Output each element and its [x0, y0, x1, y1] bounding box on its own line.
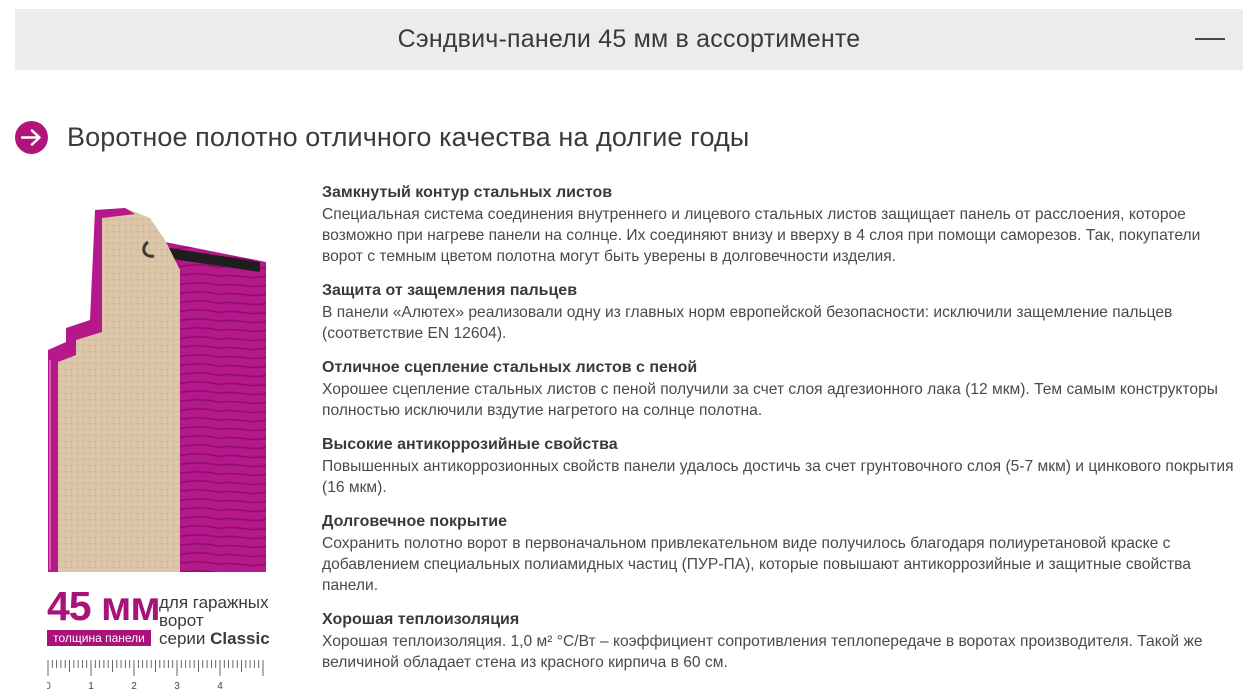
feature-text: Хорошее сцепление стальных листов с пено… — [322, 381, 1218, 419]
caption-series-prefix: серии — [159, 629, 211, 648]
feature-title: Долговечное покрытие — [322, 513, 508, 530]
collapse-icon[interactable] — [1195, 38, 1225, 40]
caption-series-name: Classic — [210, 629, 270, 648]
arrow-right-icon — [15, 120, 48, 154]
sandwich-panel-image — [48, 208, 266, 572]
feature-text: Повышенных антикоррозионных свойств пане… — [322, 458, 1234, 496]
ruler-label: 2 — [131, 681, 137, 691]
ruler-label: 4 — [217, 681, 223, 691]
feature-item: Защита от защемления пальцев В панели «Ал… — [322, 280, 1238, 344]
feature-item: Долговечное покрытие Сохранить полотно во… — [322, 511, 1238, 596]
feature-item: Хорошая теплоизоляция Хорошая теплоизоляц… — [322, 609, 1238, 673]
feature-text: Хорошая теплоизоляция. 1,0 м² °С/Вт – ко… — [322, 633, 1203, 671]
caption-line-1: для гаражных — [159, 593, 269, 612]
thickness-badge: толщина панели — [47, 630, 151, 646]
caption-line-3: серии Classic — [159, 630, 270, 648]
feature-title: Отличное сцепление стальных листов с пен… — [322, 359, 698, 376]
feature-title: Замкнутый контур стальных листов — [322, 184, 613, 201]
panel-caption: для гаражных ворот серии Classic — [159, 594, 270, 648]
section-title: Воротное полотно отличного качества на д… — [67, 121, 750, 152]
thickness-value: 45 мм — [47, 583, 161, 629]
ruler-label: 1 — [88, 681, 94, 691]
feature-item: Отличное сцепление стальных листов с пен… — [322, 357, 1238, 421]
ruler-label: 3 — [174, 681, 180, 691]
accordion-header[interactable]: Сэндвич-панели 45 мм в ассортименте — [15, 9, 1243, 70]
feature-title: Высокие антикоррозийные свойства — [322, 436, 618, 453]
section-heading: Воротное полотно отличного качества на д… — [15, 118, 749, 156]
feature-item: Замкнутый контур стальных листов Специаль… — [322, 182, 1238, 267]
feature-title: Защита от защемления пальцев — [322, 282, 578, 299]
features-list: Замкнутый контур стальных листов Специаль… — [322, 182, 1238, 686]
feature-item: Высокие антикоррозийные свойства Повышенн… — [322, 434, 1238, 498]
accordion-title: Сэндвич-панели 45 мм в ассортименте — [397, 25, 861, 53]
feature-text: В панели «Алютех» реализовали одну из гл… — [322, 304, 1173, 342]
panel-illustration: 45 мм толщина панели для гаражных ворот … — [40, 200, 280, 691]
caption-line-2: ворот — [159, 611, 204, 630]
feature-text: Специальная система соединения внутренне… — [322, 206, 1201, 265]
ruler-label: 0 — [47, 681, 51, 691]
ruler: 0 1 2 3 4 — [47, 660, 264, 691]
feature-text: Сохранить полотно ворот в первоначальном… — [322, 535, 1191, 594]
feature-title: Хорошая теплоизоляция — [322, 611, 520, 628]
